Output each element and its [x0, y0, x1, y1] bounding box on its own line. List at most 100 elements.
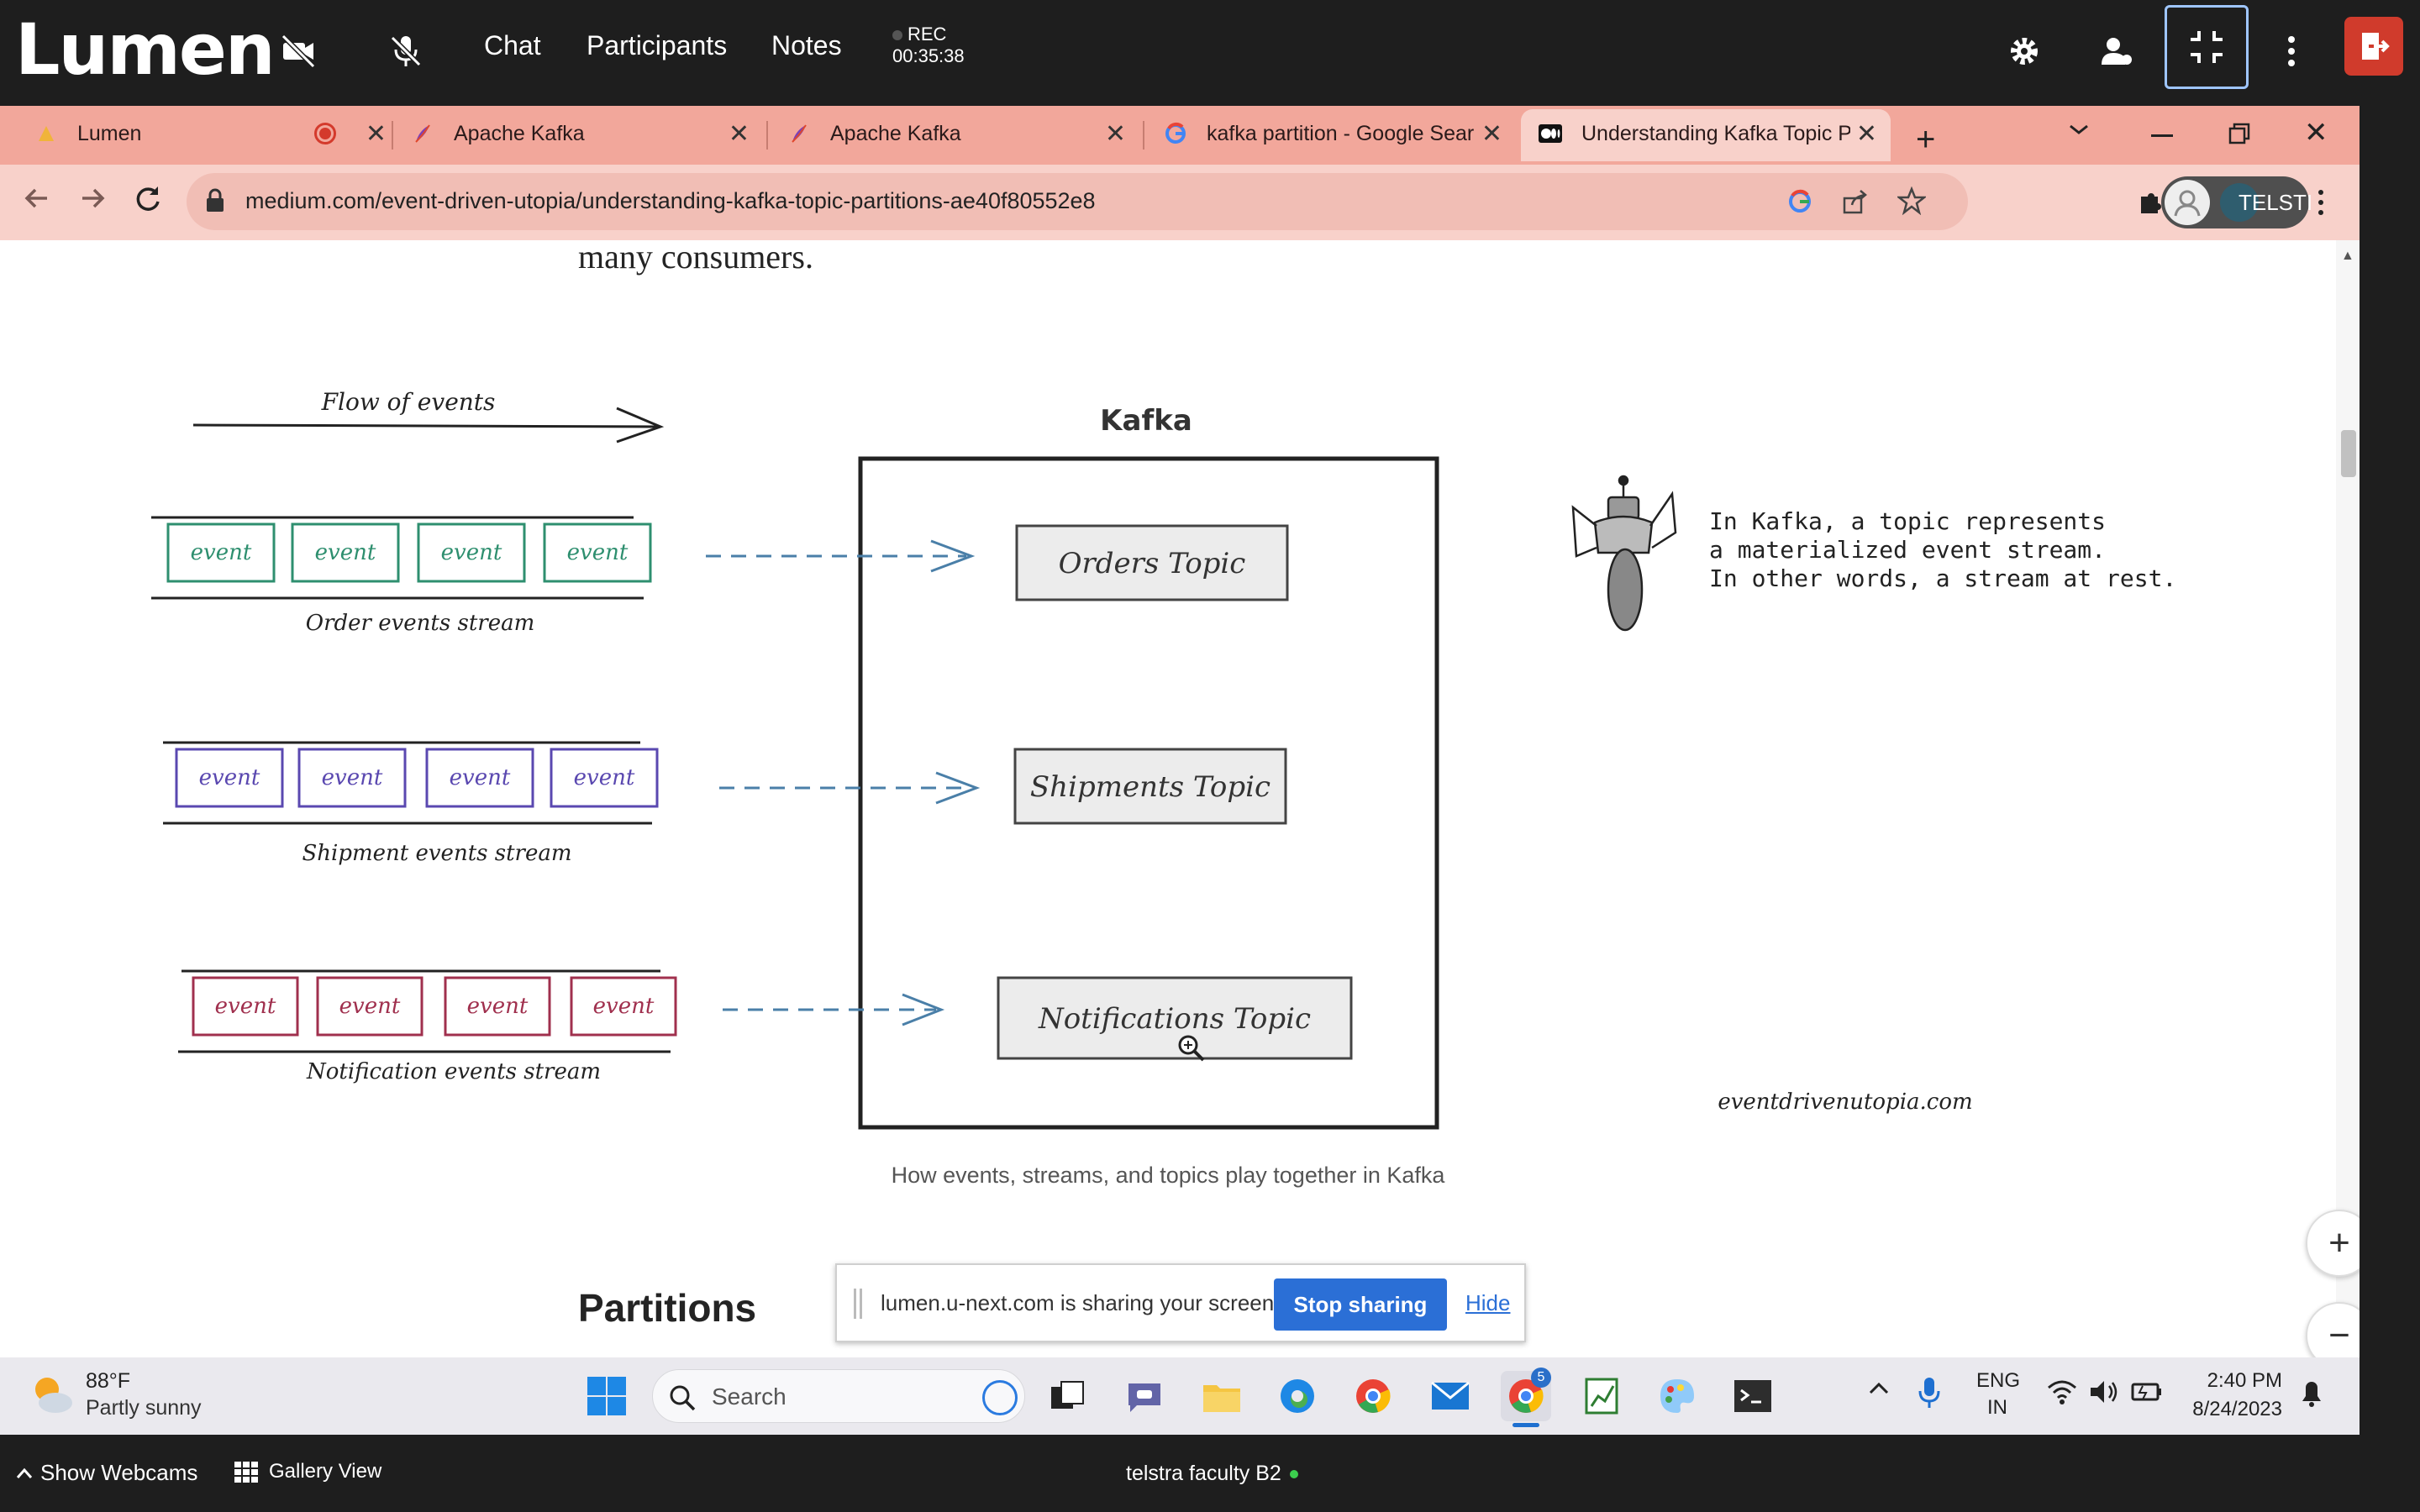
tab-lumen[interactable]: Lumen ✕ [34, 113, 387, 155]
terminal-icon[interactable] [1728, 1371, 1778, 1421]
scroll-up-icon[interactable]: ▲ [2341, 249, 2354, 264]
grid-icon [234, 1462, 258, 1483]
article-page: many consumers. Flow of events Kafka eve… [0, 240, 2360, 1357]
rec-dot-icon [892, 30, 902, 40]
stream-label: Order events stream [306, 611, 535, 636]
tab-understanding-kafka[interactable]: Understanding Kafka Topic P ✕ [1538, 113, 1877, 155]
lumen-bottom-bar: Show Webcams Gallery View telstra facult… [0, 1435, 2420, 1512]
chrome-profile-icon[interactable]: 5 [1501, 1368, 1551, 1427]
google-lens-icon[interactable] [1786, 188, 1813, 219]
edge-icon[interactable] [1272, 1371, 1323, 1421]
tab-google-search[interactable]: kafka partition - Google Sear ✕ [1163, 113, 1502, 155]
leave-icon[interactable] [2344, 17, 2403, 76]
tray-chevron-icon[interactable] [1867, 1379, 1891, 1400]
microphone-icon[interactable] [1918, 1376, 1941, 1414]
kafka-icon [410, 121, 435, 146]
browser-window: Lumen ✕ Apache Kafka ✕ Apache Kafka ✕ ka… [0, 106, 2360, 240]
volume-icon[interactable] [2089, 1379, 2119, 1409]
mail-icon[interactable] [1425, 1371, 1476, 1421]
notes-button[interactable]: Notes [771, 30, 842, 61]
close-tab-icon[interactable]: ✕ [729, 119, 750, 149]
svg-text:Orders Topic: Orders Topic [1059, 547, 1246, 580]
online-dot-icon [1289, 1469, 1298, 1478]
share-icon[interactable] [1842, 188, 1869, 219]
window-minimize-icon[interactable] [2151, 134, 2173, 137]
windows-start-icon[interactable] [581, 1371, 632, 1421]
battery-icon[interactable] [2131, 1379, 2163, 1409]
event-label: event [450, 765, 511, 790]
lock-icon [205, 188, 225, 218]
lumen-top-bar: Lumen Chat Participants Notes REC 00:35:… [0, 0, 2420, 106]
tab-kafka-1[interactable]: Apache Kafka ✕ [410, 113, 750, 155]
minimize-icon[interactable] [2165, 5, 2249, 89]
teams-chat-icon[interactable] [1119, 1371, 1170, 1421]
recording-indicator: REC 00:35:38 [892, 24, 965, 67]
browser-toolbar: medium.com/event-driven-utopia/understan… [0, 165, 2360, 240]
close-tab-icon[interactable]: ✕ [366, 119, 387, 149]
new-tab-icon[interactable]: + [1916, 121, 1935, 159]
chrome-menu-icon[interactable] [2317, 188, 2324, 221]
scroll-thumb[interactable] [2341, 430, 2356, 477]
rec-timer: 00:35:38 [892, 45, 965, 66]
event-label: event [199, 765, 260, 790]
chevron-up-icon [16, 1467, 33, 1478]
more-icon[interactable] [2262, 22, 2321, 81]
wifi-icon[interactable] [2047, 1379, 2077, 1409]
bing-icon [982, 1380, 1018, 1415]
file-explorer-icon[interactable] [1197, 1371, 1247, 1421]
gear-icon[interactable] [1995, 22, 2054, 81]
star-icon[interactable] [1896, 186, 1928, 219]
tab-search-icon[interactable] [2067, 121, 2091, 142]
person-settings-icon[interactable] [2087, 22, 2146, 81]
participants-button[interactable]: Participants [587, 30, 727, 61]
stream-label: Notification events stream [306, 1059, 601, 1084]
weather-icon [29, 1371, 76, 1422]
clock[interactable]: 2:40 PM 8/24/2023 [2176, 1369, 2282, 1421]
notification-stream: event event event event Notification events… [178, 969, 677, 1084]
hide-button[interactable]: Hide [1465, 1290, 1510, 1316]
close-tab-icon[interactable]: ✕ [1105, 119, 1126, 149]
event-label: event [191, 540, 252, 565]
kafka-figure: Flow of events Kafka event event event even… [151, 388, 2176, 1130]
event-label: event [441, 540, 502, 565]
reload-icon[interactable] [133, 183, 163, 218]
window-restore-icon[interactable] [2228, 123, 2250, 149]
stop-sharing-button[interactable]: Stop sharing [1274, 1278, 1447, 1331]
rec-label: REC [908, 24, 947, 45]
gallery-view-button[interactable]: Gallery View [234, 1460, 381, 1483]
tab-title: Apache Kafka [454, 121, 585, 145]
tab-title: Lumen [77, 121, 142, 145]
notifications-topic: Notifications Topic [997, 976, 1353, 1060]
google-icon [1163, 121, 1188, 146]
chat-button[interactable]: Chat [484, 30, 541, 61]
tab-kafka-2[interactable]: Apache Kafka ✕ [786, 113, 1126, 155]
recording-tab-icon [314, 123, 336, 144]
taskbar-search[interactable]: Search [652, 1369, 1025, 1423]
notification-icon[interactable] [2299, 1378, 2324, 1412]
drag-handle-icon[interactable] [854, 1289, 862, 1319]
video-off-icon[interactable] [269, 22, 328, 81]
weather-temp: 88°F [86, 1369, 131, 1393]
close-tab-icon[interactable]: ✕ [1481, 119, 1502, 149]
forward-icon[interactable] [77, 183, 108, 218]
language-indicator[interactable]: ENG IN [1976, 1369, 2020, 1420]
search-placeholder: Search [712, 1383, 786, 1410]
order-stream: event event event event Order events stream [151, 516, 652, 636]
chrome-icon[interactable] [1348, 1371, 1398, 1421]
address-bar[interactable]: medium.com/event-driven-utopia/understan… [187, 173, 1968, 230]
event-label: event [339, 994, 401, 1019]
event-label: event [322, 765, 383, 790]
back-icon[interactable] [22, 183, 52, 218]
lumen-icon [34, 121, 59, 146]
flow-label: Flow of events [321, 388, 496, 416]
task-view-icon[interactable] [1042, 1371, 1092, 1421]
profile-button[interactable]: TELSTI [2161, 176, 2312, 228]
screen-share-banner: lumen.u-next.com is sharing your screen.… [835, 1263, 1526, 1342]
chart-app-icon[interactable] [1576, 1371, 1627, 1421]
mic-off-icon[interactable] [376, 22, 435, 81]
show-webcams-button[interactable]: Show Webcams [15, 1460, 197, 1486]
page-scrollbar[interactable]: ▲ [2336, 240, 2360, 1357]
window-close-icon[interactable]: ✕ [2304, 116, 2328, 150]
paint-icon[interactable] [1652, 1371, 1702, 1421]
close-tab-icon[interactable]: ✕ [1856, 119, 1877, 149]
